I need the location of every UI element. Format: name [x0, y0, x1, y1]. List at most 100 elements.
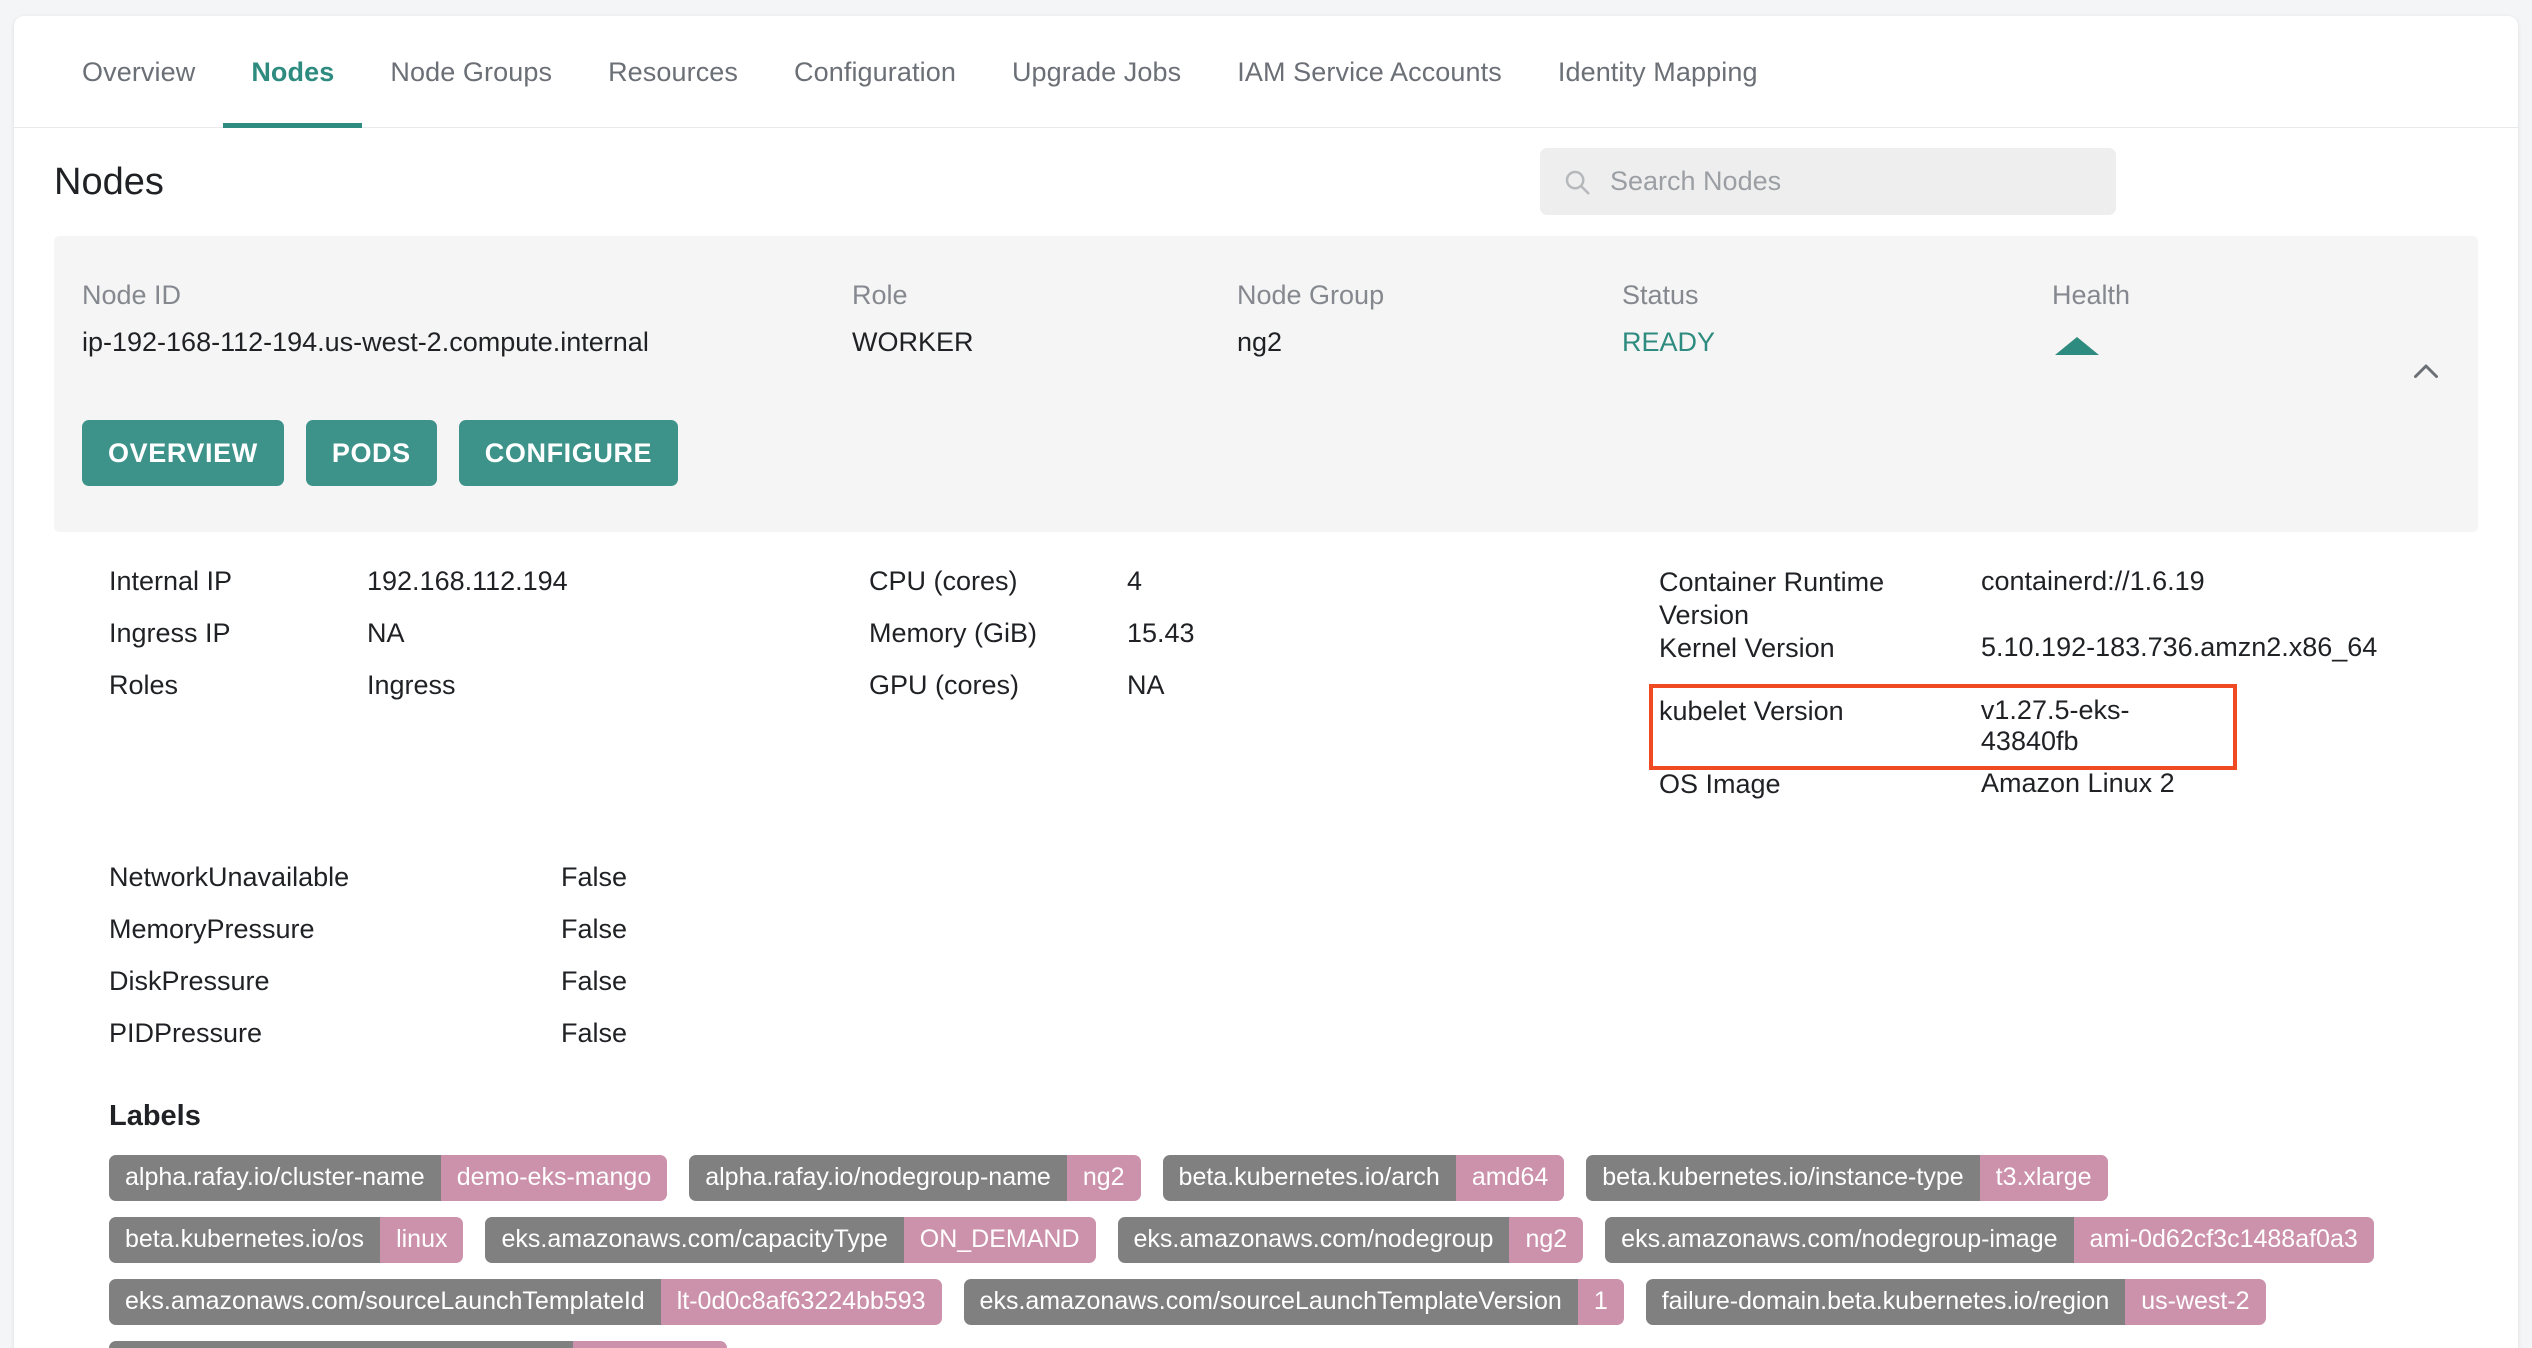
label-chip-key: eks.amazonaws.com/capacityType	[485, 1216, 904, 1263]
label-chip-key: failure-domain.beta.kubernetes.io/region	[1645, 1278, 2126, 1325]
label-chip[interactable]: alpha.rafay.io/nodegroup-name ng2	[689, 1154, 1141, 1201]
label-chip-key: alpha.rafay.io/nodegroup-name	[689, 1154, 1067, 1201]
search-icon	[1562, 167, 1592, 197]
node-group-column: Node Group ng2	[1237, 280, 1622, 398]
tab-label: IAM Service Accounts	[1237, 56, 1502, 87]
tab-overview[interactable]: Overview	[54, 16, 223, 128]
role-value: WORKER	[852, 327, 974, 357]
condition-value: False	[561, 1017, 628, 1048]
label-chip-value: lt-0d0c8af63224bb593	[660, 1278, 942, 1325]
tab-label: Identity Mapping	[1557, 56, 1758, 87]
tab-nodes[interactable]: Nodes	[223, 16, 363, 128]
condition-key: DiskPressure	[109, 965, 270, 996]
label-chip-key: alpha.rafay.io/cluster-name	[109, 1154, 441, 1201]
detail-value: NA	[1127, 670, 1165, 700]
detail-row: GPU (cores) NA	[869, 670, 1579, 722]
node-panel: Node ID ip-192-168-112-194.us-west-2.com…	[54, 236, 2478, 532]
label-chip-key: beta.kubernetes.io/instance-type	[1586, 1154, 1980, 1201]
detail-key: Kernel Version	[1659, 632, 1835, 663]
label-chip[interactable]: failure-domain.beta.kubernetes.io/zoneus…	[109, 1340, 728, 1348]
tab-label: Overview	[82, 56, 196, 87]
condition-value: False	[561, 913, 628, 944]
chevron-up-icon[interactable]	[2408, 354, 2444, 390]
label-chip[interactable]: beta.kubernetes.io/os linux	[109, 1216, 464, 1263]
tab-label: Configuration	[794, 56, 956, 87]
label-chip-key: eks.amazonaws.com/nodegroup	[1117, 1216, 1510, 1263]
details-column-network: Internal IP 192.168.112.194 Ingress IP NA Ro…	[54, 566, 809, 822]
detail-key: CPU (cores)	[869, 566, 1018, 596]
label-chip-value: demo-eks-mango	[440, 1154, 668, 1201]
page-root: Overview Nodes Node Groups Resources Configu…	[0, 0, 2532, 1348]
tab-label: Resources	[608, 56, 739, 87]
label-chip-key: eks.amazonaws.com/sourceLaunchTemplateVe…	[963, 1278, 1578, 1325]
detail-key: kubelet Version	[1659, 695, 1844, 726]
label-chip-key: eks.amazonaws.com/nodegroup-image	[1605, 1216, 2074, 1263]
search-input[interactable]	[1608, 165, 2094, 198]
detail-row: Kernel Version 5.10.192-183.736.amzn2.x86…	[1659, 632, 2379, 686]
detail-value: 5.10.192-183.736.amzn2.x86_64	[1981, 631, 2378, 662]
tab-node-groups[interactable]: Node Groups	[362, 16, 580, 128]
configure-button[interactable]: CONFIGURE	[458, 420, 679, 486]
detail-value: 4	[1127, 566, 1143, 596]
condition-row: MemoryPressure False	[109, 914, 2478, 966]
detail-row: Ingress IP NA	[109, 618, 809, 670]
condition-row: NetworkUnavailable False	[109, 862, 2478, 914]
labels-heading: Labels	[109, 1099, 201, 1132]
label-chip[interactable]: beta.kubernetes.io/instance-type t3.xlarg…	[1586, 1154, 2108, 1201]
page-title: Nodes	[54, 160, 164, 203]
detail-row: Memory (GiB) 15.43	[869, 618, 1579, 670]
tab-resources[interactable]: Resources	[580, 16, 766, 128]
nodes-title-row: Nodes	[14, 128, 2518, 236]
label-chip[interactable]: failure-domain.beta.kubernetes.io/region…	[1645, 1278, 2266, 1325]
detail-value: containerd://1.6.19	[1981, 566, 2205, 596]
node-id-column: Node ID ip-192-168-112-194.us-west-2.com…	[82, 280, 852, 398]
condition-row: DiskPressure False	[109, 966, 2478, 1018]
tab-upgrade-jobs[interactable]: Upgrade Jobs	[984, 16, 1209, 128]
node-action-buttons: OVERVIEW PODS CONFIGURE	[54, 398, 2478, 532]
label-chip-value: us-west-2d	[573, 1340, 728, 1348]
condition-key: PIDPressure	[109, 1017, 263, 1048]
condition-value: False	[561, 965, 628, 996]
detail-value: Ingress	[367, 670, 456, 700]
tab-iam-service-accounts[interactable]: IAM Service Accounts	[1209, 16, 1530, 128]
label-chip[interactable]: eks.amazonaws.com/capacityType ON_DEMAND	[485, 1216, 1096, 1263]
detail-key: OS Image	[1659, 768, 1781, 799]
label-chip-value: us-west-2	[2125, 1278, 2266, 1325]
label-chip[interactable]: alpha.rafay.io/cluster-name demo-eks-mang…	[109, 1154, 668, 1201]
label-chip-key: eks.amazonaws.com/sourceLaunchTemplateId	[109, 1278, 661, 1325]
node-group-label: Node Group	[1237, 280, 1385, 310]
detail-row: Internal IP 192.168.112.194	[109, 566, 809, 618]
label-chip[interactable]: eks.amazonaws.com/nodegroup-image ami-0d6…	[1605, 1216, 2374, 1263]
label-chip[interactable]: eks.amazonaws.com/nodegroup ng2	[1117, 1216, 1584, 1263]
label-chip-value: t3.xlarge	[1979, 1154, 2108, 1201]
label-chip[interactable]: beta.kubernetes.io/arch amd64	[1162, 1154, 1565, 1201]
tab-configuration[interactable]: Configuration	[766, 16, 984, 128]
label-chip-key: beta.kubernetes.io/arch	[1162, 1154, 1456, 1201]
role-column: Role WORKER	[852, 280, 1237, 398]
role-label: Role	[852, 280, 908, 310]
tab-identity-mapping[interactable]: Identity Mapping	[1530, 16, 1786, 128]
status-column: Status READY	[1622, 280, 2052, 398]
details-column-system: Container Runtime Version containerd://1.…	[1579, 566, 2379, 822]
label-chip[interactable]: eks.amazonaws.com/sourceLaunchTemplateVe…	[963, 1278, 1624, 1325]
detail-key: Ingress IP	[109, 618, 231, 648]
node-id-value: ip-192-168-112-194.us-west-2.compute.int…	[82, 327, 649, 357]
condition-value: False	[561, 861, 628, 892]
tab-label: Nodes	[251, 56, 335, 87]
label-chip-key: beta.kubernetes.io/os	[109, 1216, 381, 1263]
pods-button[interactable]: PODS	[305, 420, 437, 486]
condition-key: NetworkUnavailable	[109, 861, 350, 892]
detail-value: Amazon Linux 2	[1981, 767, 2175, 798]
detail-value: NA	[367, 618, 405, 648]
search-nodes-box[interactable]	[1540, 148, 2116, 215]
label-chip[interactable]: eks.amazonaws.com/sourceLaunchTemplateId…	[109, 1278, 942, 1325]
health-column: Health	[2052, 280, 2292, 398]
detail-row: Container Runtime Version containerd://1.…	[1659, 566, 2379, 632]
label-chip-value: ami-0d62cf3c1488af0a3	[2073, 1216, 2374, 1263]
labels-chip-list: alpha.rafay.io/cluster-name demo-eks-mang…	[109, 1154, 2478, 1348]
detail-key: GPU (cores)	[869, 670, 1020, 700]
tab-label: Node Groups	[390, 56, 553, 87]
overview-button[interactable]: OVERVIEW	[82, 420, 284, 486]
detail-row: Roles Ingress	[109, 670, 809, 722]
detail-value: 192.168.112.194	[367, 566, 568, 596]
